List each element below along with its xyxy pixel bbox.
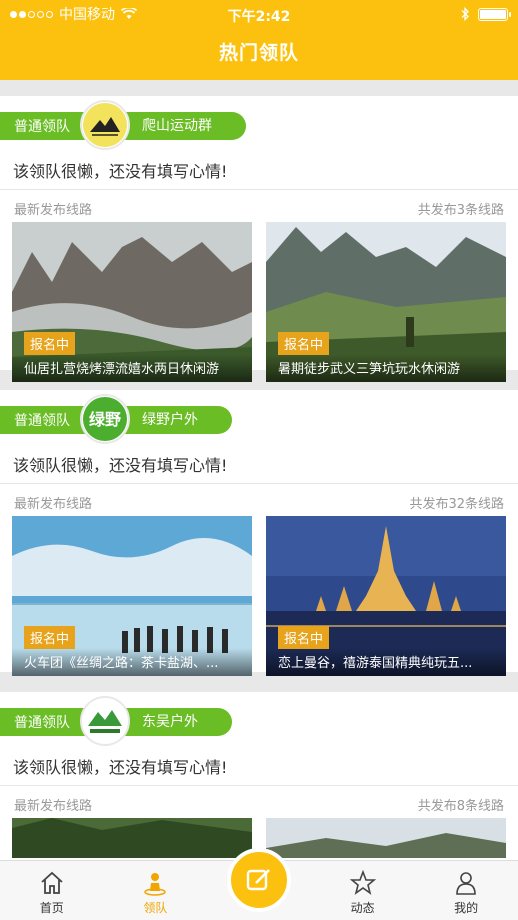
leader-card[interactable]: 普通领队 东吴户外 该领队很懒，还没有填写心情! 最新发布线路 共发布8条线路 [0, 692, 518, 860]
leader-avatar[interactable]: 绿野 [80, 394, 130, 444]
leader-icon [144, 873, 167, 896]
route-card[interactable]: 报名中 暑期徒步武义三笋坑玩水休闲游 [266, 222, 506, 382]
status-time: 下午2:42 [227, 9, 291, 25]
route-card[interactable]: 报名中 火车团《丝绸之路：茶卡盐湖、... [12, 516, 252, 676]
green-logo-icon: 绿野 [83, 397, 127, 441]
route-card[interactable]: 报名中 仙居扎营烧烤漂流嬉水两日休闲游 [12, 222, 252, 382]
route-photo [12, 818, 252, 858]
tab-label: 领队 [143, 901, 168, 915]
app-header: 中国移动 下午2:42 热门领队 [0, 0, 518, 80]
route-title: 恋上曼谷，禧游泰国精典纯玩五... [266, 648, 506, 676]
latest-routes-label: 最新发布线路 [14, 497, 93, 512]
route-title: 火车团《丝绸之路：茶卡盐湖、... [12, 648, 252, 676]
route-card[interactable] [12, 818, 252, 858]
leader-card[interactable]: 普通领队 爬山运动群 该领队很懒，还没有填写心情! 最新发布线路 共发布3条线路… [0, 96, 518, 382]
leader-name: 绿野户外 [142, 412, 198, 428]
home-icon [41, 871, 63, 894]
mountain-logo-icon [83, 103, 127, 147]
latest-routes-label: 最新发布线路 [14, 799, 93, 814]
leader-avatar[interactable] [80, 696, 130, 746]
tab-label: 首页 [39, 901, 64, 915]
tab-label: 我的 [454, 901, 479, 915]
tab-feed[interactable]: 动态 [311, 861, 415, 920]
latest-routes-label: 最新发布线路 [14, 203, 93, 218]
route-count[interactable]: 共发布8条线路 [418, 795, 504, 818]
user-icon [456, 872, 476, 895]
compose-icon [246, 869, 270, 891]
route-count[interactable]: 共发布32条线路 [409, 493, 504, 516]
tab-label: 动态 [350, 901, 375, 915]
leader-motto: 该领队很懒，还没有填写心情! [0, 740, 518, 786]
tab-mine[interactable]: 我的 [414, 861, 518, 920]
compose-button[interactable] [227, 848, 291, 912]
battery-icon [478, 7, 511, 21]
route-count[interactable]: 共发布3条线路 [418, 199, 504, 222]
leader-motto: 该领队很懒，还没有填写心情! [0, 438, 518, 484]
status-bar: 中国移动 下午2:42 [0, 0, 518, 28]
route-status-badge: 报名中 [278, 332, 330, 355]
leader-avatar[interactable] [80, 100, 130, 150]
tab-leader[interactable]: 领队 [104, 861, 208, 920]
route-card[interactable] [266, 818, 506, 858]
route-photo [266, 818, 506, 858]
route-status-badge: 报名中 [24, 626, 76, 649]
route-card[interactable]: 报名中 恋上曼谷，禧游泰国精典纯玩五... [266, 516, 506, 676]
leader-name: 东吴户外 [142, 714, 198, 730]
route-title: 暑期徒步武义三笋坑玩水休闲游 [266, 354, 506, 382]
mountain-logo-icon [83, 699, 127, 743]
route-status-badge: 报名中 [24, 332, 76, 355]
leader-name: 爬山运动群 [142, 118, 212, 134]
route-title: 仙居扎营烧烤漂流嬉水两日休闲游 [12, 354, 252, 382]
page-title: 热门领队 [218, 42, 299, 64]
route-status-badge: 报名中 [278, 626, 330, 649]
star-icon [349, 869, 376, 895]
tab-home[interactable]: 首页 [0, 861, 104, 920]
svg-text:绿野: 绿野 [89, 410, 121, 429]
leader-card[interactable]: 普通领队 绿野户外 绿野 该领队很懒，还没有填写心情! 最新发布线路 共发布32… [0, 390, 518, 676]
leader-motto: 该领队很懒，还没有填写心情! [0, 144, 518, 190]
